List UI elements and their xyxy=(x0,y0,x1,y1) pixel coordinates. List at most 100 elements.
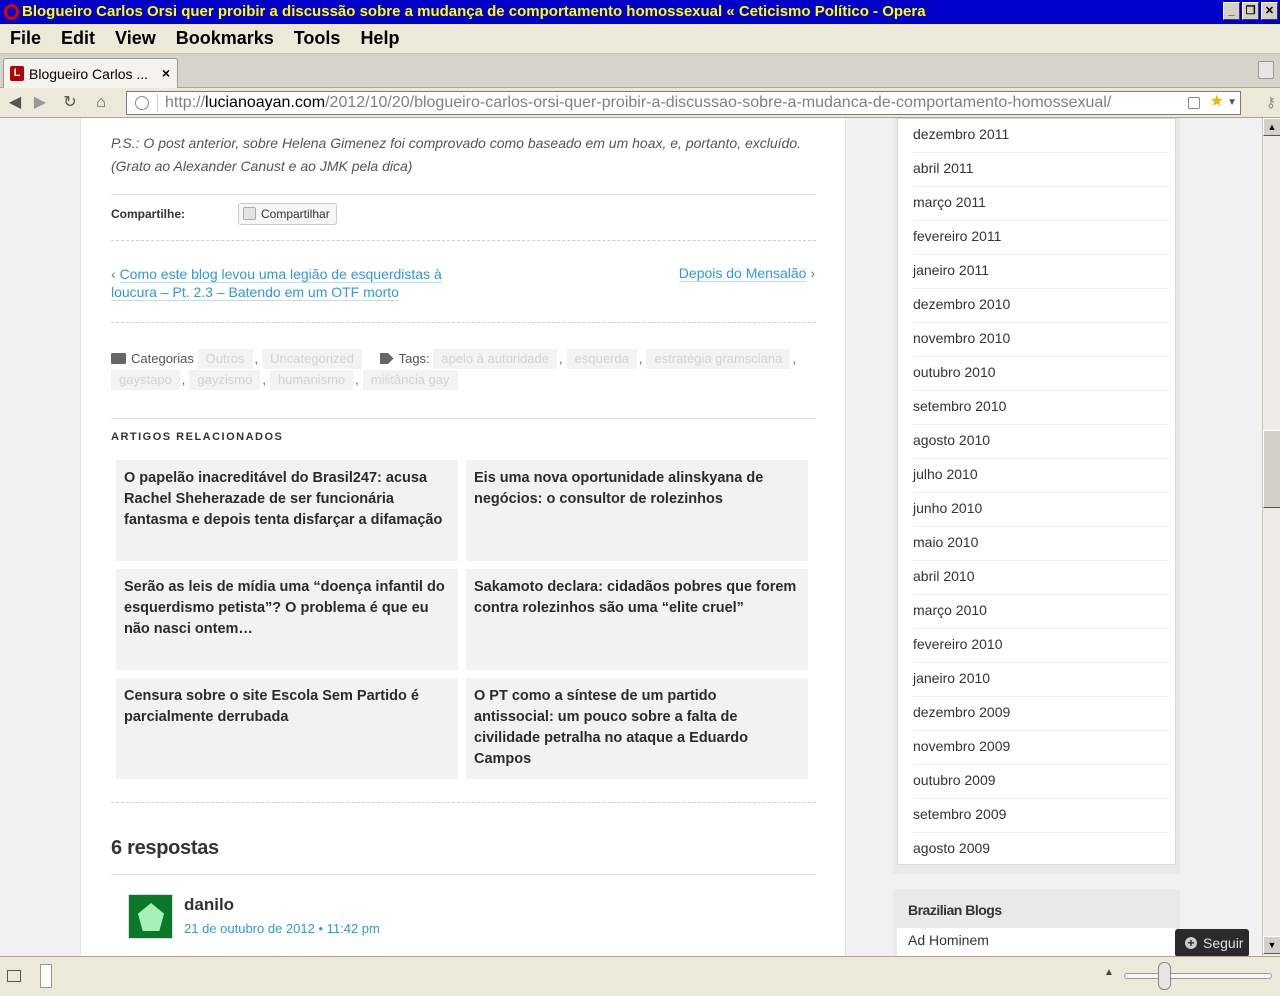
scroll-up-arrow-icon[interactable]: ▲ xyxy=(1263,118,1280,136)
archive-link[interactable]: janeiro 2011 xyxy=(913,255,1169,289)
panel-toggle-icon[interactable] xyxy=(7,970,21,982)
category-tag-uncategorized[interactable]: Uncategorized xyxy=(262,349,362,369)
archive-link[interactable]: abril 2010 xyxy=(913,561,1169,595)
tags-label: Tags: xyxy=(398,351,430,366)
archives-list: dezembro 2011 abril 2011 março 2011 feve… xyxy=(897,118,1176,865)
tag-gayzismo[interactable]: gayzismo xyxy=(189,370,261,390)
status-progress-field xyxy=(40,964,52,988)
post-content-column: P.S.: O post anterior, sobre Helena Gime… xyxy=(80,118,846,956)
address-field[interactable]: http://lucianoayan.com/2012/10/20/blogue… xyxy=(126,91,1241,115)
archive-link[interactable]: dezembro 2011 xyxy=(913,119,1169,153)
avatar[interactable] xyxy=(128,894,173,939)
archive-link[interactable]: dezembro 2010 xyxy=(913,289,1169,323)
address-divider xyxy=(157,94,158,112)
rss-icon[interactable] xyxy=(1188,97,1200,109)
forward-arrow-icon[interactable]: ▶ xyxy=(29,92,51,114)
tags-icon xyxy=(379,353,394,364)
bookmark-star-icon[interactable]: ★ xyxy=(1210,92,1224,113)
archive-link[interactable]: outubro 2009 xyxy=(913,765,1169,799)
archive-link[interactable]: agosto 2010 xyxy=(913,425,1169,459)
tag-estrategia-gramsciana[interactable]: estratégia gramsciana xyxy=(646,349,791,369)
menu-bookmarks[interactable]: Bookmarks xyxy=(176,28,274,49)
related-article-card[interactable]: Serão as leis de mídia uma “doença infan… xyxy=(116,569,458,670)
prev-post-title-line2: loucura – Pt. 2.3 – Batendo em um OTF mo… xyxy=(111,284,399,301)
tab-bar: L Blogueiro Carlos ... × xyxy=(0,55,1280,88)
comment-author[interactable]: danilo xyxy=(184,895,234,915)
vertical-scrollbar[interactable]: ▲ ▼ xyxy=(1262,118,1280,956)
archive-link[interactable]: janeiro 2010 xyxy=(913,663,1169,697)
divider xyxy=(111,874,816,875)
tag-esquerda[interactable]: esquerda xyxy=(566,349,637,369)
tag-gaystapo[interactable]: gaystapo xyxy=(111,370,180,390)
next-post-link[interactable]: Depois do Mensalão › xyxy=(678,265,815,282)
archive-link[interactable]: dezembro 2009 xyxy=(913,697,1169,731)
archives-widget: dezembro 2011 abril 2011 março 2011 feve… xyxy=(893,118,1180,874)
minimize-button[interactable]: _ xyxy=(1223,2,1240,20)
related-article-card[interactable]: Eis uma nova oportunidade alinskyana de … xyxy=(466,460,808,561)
comment-date-link[interactable]: 21 de outubro de 2012 • 11:42 pm xyxy=(184,921,380,936)
post-taxonomy: Categorias Outros, Uncategorized Tags: ap… xyxy=(111,348,816,390)
divider xyxy=(111,194,816,195)
scrollbar-thumb[interactable] xyxy=(1263,430,1280,508)
folder-icon xyxy=(111,353,126,364)
related-article-card[interactable]: O papelão inacreditável do Brasil247: ac… xyxy=(116,460,458,561)
window-title-bar: Blogueiro Carlos Orsi quer proibir a dis… xyxy=(0,0,1280,24)
reload-icon[interactable]: ↻ xyxy=(59,92,81,114)
restore-button[interactable]: ❐ xyxy=(1242,2,1259,20)
zoom-slider-handle[interactable] xyxy=(1158,962,1171,990)
chevron-down-icon[interactable]: ▼ xyxy=(1227,92,1237,114)
tab-current[interactable]: L Blogueiro Carlos ... × xyxy=(3,58,178,88)
menu-file[interactable]: File xyxy=(10,28,41,49)
window-controls: _ ❐ ✕ xyxy=(1223,2,1278,20)
related-article-card[interactable]: O PT como a síntese de um partido antiss… xyxy=(466,678,808,779)
menu-help[interactable]: Help xyxy=(360,28,399,49)
archive-link[interactable]: fevereiro 2011 xyxy=(913,221,1169,255)
divider xyxy=(111,240,816,241)
navigation-bar: ◀ ▶ ↻ ⌂ http://lucianoayan.com/2012/10/2… xyxy=(0,88,1280,118)
divider xyxy=(111,802,816,803)
zoom-slider-track[interactable] xyxy=(1124,973,1272,979)
archive-link[interactable]: julho 2010 xyxy=(913,459,1169,493)
trash-icon[interactable] xyxy=(1258,61,1274,79)
menu-view[interactable]: View xyxy=(115,28,156,49)
archive-link[interactable]: outubro 2010 xyxy=(913,357,1169,391)
menu-edit[interactable]: Edit xyxy=(61,28,95,49)
previous-post-link[interactable]: ‹ Como este blog levou uma legião de esq… xyxy=(111,265,471,301)
related-article-card[interactable]: Sakamoto declara: cidadãos pobres que fo… xyxy=(466,569,808,670)
archive-link[interactable]: junho 2010 xyxy=(913,493,1169,527)
close-window-button[interactable]: ✕ xyxy=(1261,2,1278,20)
archive-link[interactable]: abril 2011 xyxy=(913,153,1169,187)
related-article-card[interactable]: Censura sobre o site Escola Sem Partido … xyxy=(116,678,458,779)
archive-link[interactable]: fevereiro 2010 xyxy=(913,629,1169,663)
menu-tools[interactable]: Tools xyxy=(294,28,341,49)
next-arrow: › xyxy=(810,265,815,281)
prev-post-title-line1: Como este blog levou uma legião de esque… xyxy=(119,266,442,283)
page-viewport: P.S.: O post anterior, sobre Helena Gime… xyxy=(0,118,1262,956)
identicon-icon xyxy=(138,903,164,931)
archive-link[interactable]: agosto 2009 xyxy=(913,833,1169,867)
key-icon[interactable]: ⚷ xyxy=(1266,94,1276,111)
back-arrow-icon[interactable]: ◀ xyxy=(4,92,26,114)
archive-link[interactable]: setembro 2010 xyxy=(913,391,1169,425)
tag-humanismo[interactable]: humanismo xyxy=(269,370,354,390)
archive-link[interactable]: novembro 2010 xyxy=(913,323,1169,357)
zoom-caret-icon[interactable]: ▲ xyxy=(1104,967,1114,978)
plus-icon: + xyxy=(1185,937,1197,949)
divider xyxy=(111,418,816,419)
next-post-title: Depois do Mensalão xyxy=(678,265,807,282)
archive-link[interactable]: março 2010 xyxy=(913,595,1169,629)
archive-link[interactable]: novembro 2009 xyxy=(913,731,1169,765)
category-tag-outros[interactable]: Outros xyxy=(197,349,253,369)
scroll-down-arrow-icon[interactable]: ▼ xyxy=(1263,936,1280,954)
tag-apelo-autoridade[interactable]: apelo à autoridade xyxy=(433,349,557,369)
archive-link[interactable]: maio 2010 xyxy=(913,527,1169,561)
archive-link[interactable]: setembro 2009 xyxy=(913,799,1169,833)
follow-button[interactable]: + Seguir xyxy=(1175,929,1249,956)
archive-link[interactable]: março 2011 xyxy=(913,187,1169,221)
blogroll-link[interactable]: Ad Hominem xyxy=(908,932,989,948)
tag-militancia-gay[interactable]: militância gay xyxy=(362,370,458,390)
tab-close-icon[interactable]: × xyxy=(162,65,170,81)
divider xyxy=(111,322,816,323)
home-icon[interactable]: ⌂ xyxy=(90,92,112,114)
share-button[interactable]: Compartilhar xyxy=(238,203,337,225)
